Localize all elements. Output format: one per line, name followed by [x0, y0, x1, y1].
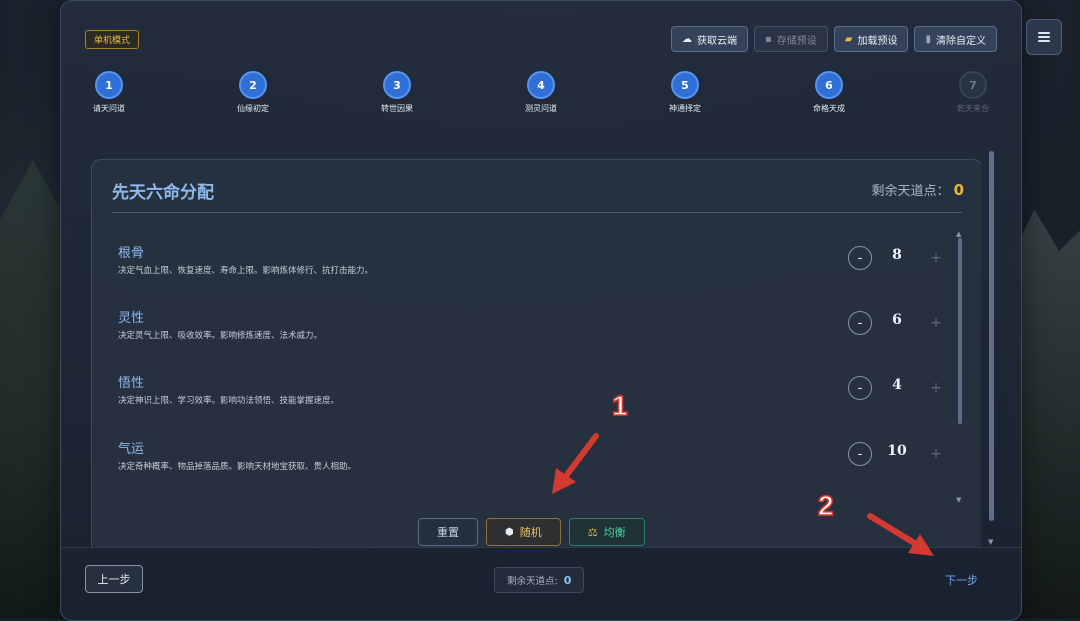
- annotation-arrow-2: [867, 513, 934, 556]
